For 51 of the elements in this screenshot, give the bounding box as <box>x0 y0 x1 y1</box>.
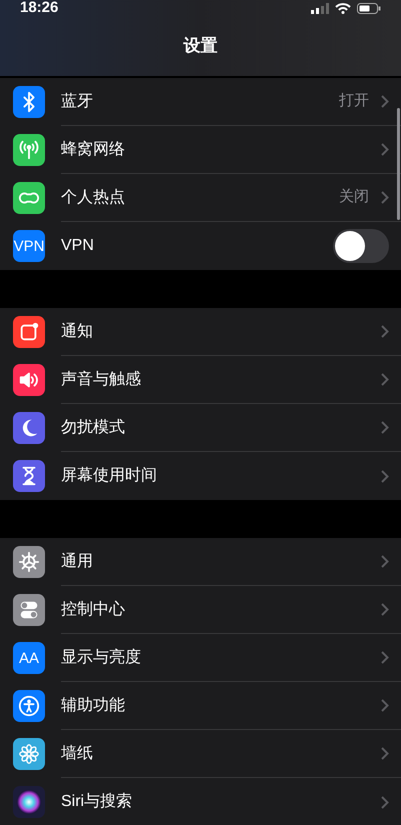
row-label: 蜂窝网络 <box>61 140 126 160</box>
signal-icon <box>311 2 329 14</box>
chevron-icon <box>381 373 389 386</box>
row-label: 显示与亮度 <box>61 648 142 668</box>
settings-row[interactable]: VPN VPN <box>0 222 401 270</box>
chevron-icon <box>381 699 389 712</box>
icon-label: VPN <box>14 238 44 254</box>
row-label: 墙纸 <box>61 744 94 764</box>
chevron-icon <box>381 95 389 108</box>
row-label: 控制中心 <box>61 600 126 620</box>
chevron-icon <box>381 796 389 808</box>
page-title: 设置 <box>184 35 218 58</box>
settings-row[interactable]: 屏幕使用时间 <box>0 452 401 500</box>
row-label: Siri与搜索 <box>61 792 134 812</box>
settings-row[interactable]: 辅助功能 <box>0 682 401 730</box>
row-label: 蓝牙 <box>61 92 94 112</box>
settings-row[interactable]: 声音与触感 <box>0 356 401 404</box>
settings-row[interactable]: 通知 <box>0 308 401 356</box>
settings-row[interactable]: 勿扰模式 <box>0 404 401 452</box>
row-label: 通知 <box>61 322 94 342</box>
settings-row[interactable]: AA 显示与亮度 <box>0 634 401 682</box>
row-label: 声音与触感 <box>61 370 142 390</box>
settings-row[interactable]: 个人热点 关闭 <box>0 174 401 222</box>
chevron-icon <box>381 421 389 434</box>
settings-row[interactable]: 蓝牙 打开 <box>0 78 401 126</box>
toggle-switch[interactable] <box>333 229 389 263</box>
row-value: 打开 <box>339 91 369 112</box>
chevron-icon <box>381 470 389 482</box>
battery-icon <box>357 2 381 14</box>
icon-label: AA <box>18 650 39 666</box>
row-label: 勿扰模式 <box>61 418 126 438</box>
status-time: 18:26 <box>20 0 58 16</box>
chevron-icon <box>381 747 389 760</box>
row-label: 辅助功能 <box>61 696 126 716</box>
chevron-icon <box>381 325 389 338</box>
chevron-icon <box>381 651 389 664</box>
chevron-icon <box>381 603 389 616</box>
chevron-icon <box>381 143 389 156</box>
row-label: 屏幕使用时间 <box>61 466 158 486</box>
chevron-icon <box>381 191 389 204</box>
row-label: 个人热点 <box>61 188 126 208</box>
wifi-icon <box>335 2 351 14</box>
settings-row[interactable]: Siri与搜索 <box>0 778 401 825</box>
settings-row[interactable]: 控制中心 <box>0 586 401 634</box>
chevron-icon <box>381 555 389 568</box>
row-label: VPN <box>61 236 95 256</box>
settings-row[interactable]: 墙纸 <box>0 730 401 778</box>
row-label: 通用 <box>61 552 94 572</box>
settings-row[interactable]: 通用 <box>0 538 401 586</box>
settings-row[interactable]: 蜂窝网络 <box>0 126 401 174</box>
row-value: 关闭 <box>339 187 369 208</box>
